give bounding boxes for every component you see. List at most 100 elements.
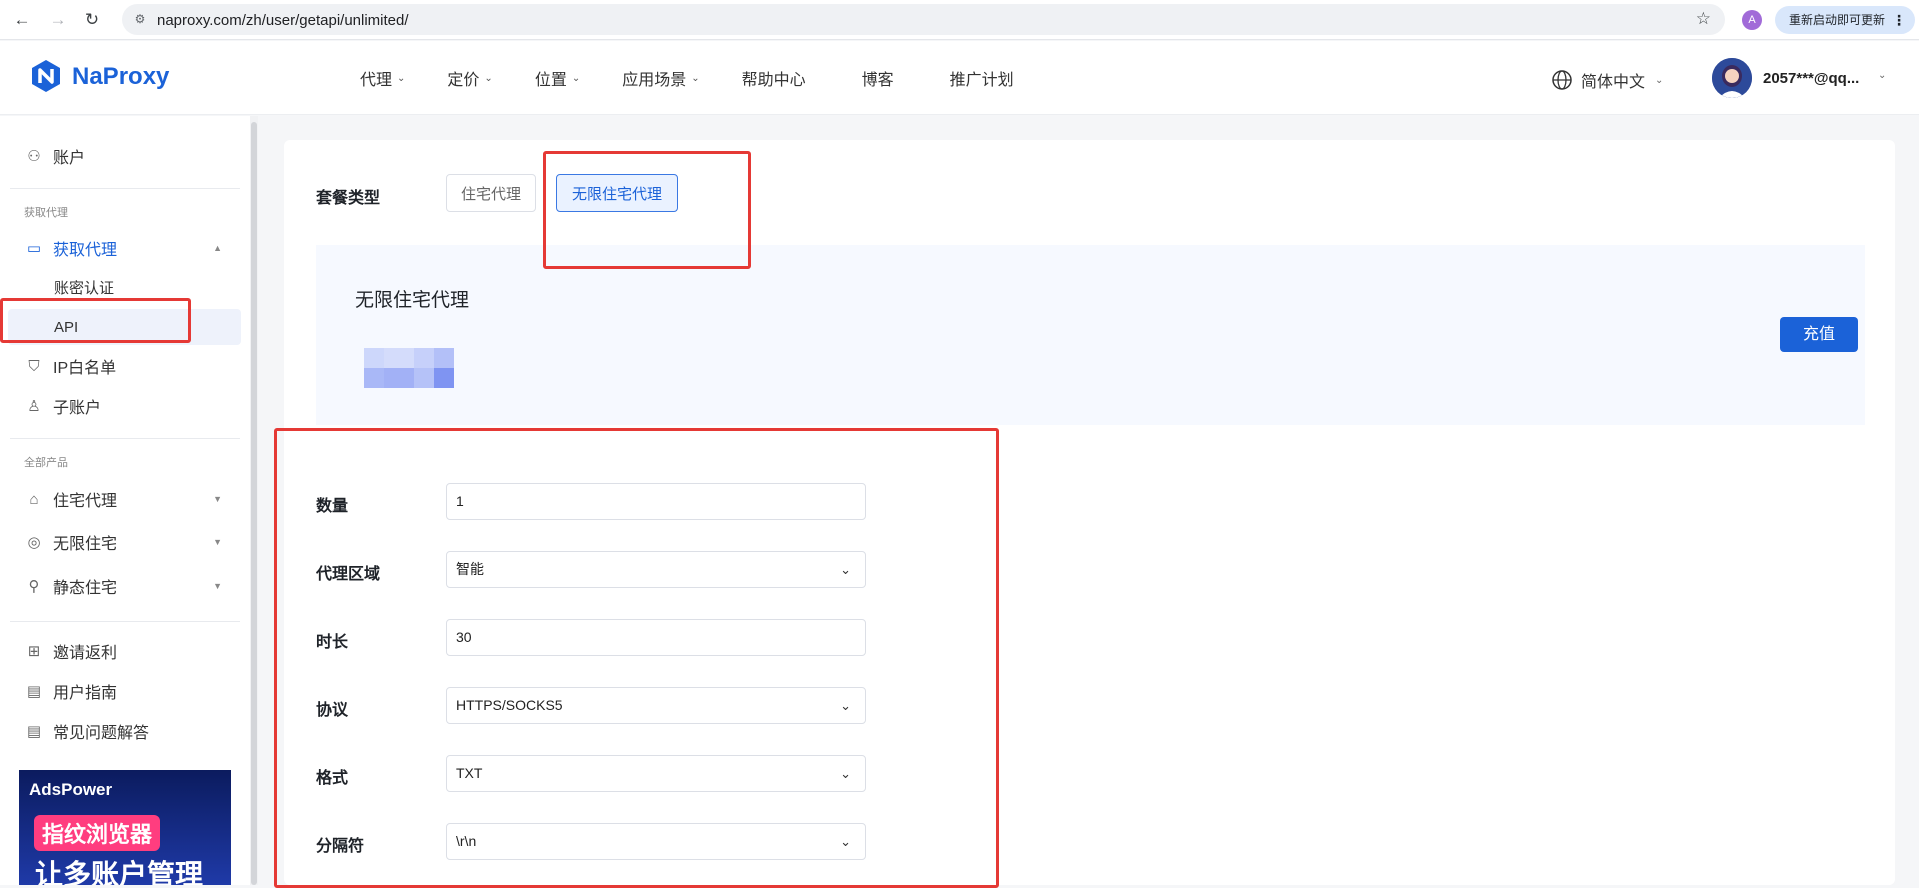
chevron-down-icon: ⌄ <box>571 72 581 84</box>
adspower-banner[interactable]: AdsPower 指纹浏览器 让多账户管理 <box>19 770 231 885</box>
sidebar-item-label: IP白名单 <box>53 360 117 377</box>
format-label: 格式 <box>316 770 349 787</box>
ad-brand: AdsPower <box>29 780 113 799</box>
ad-subheadline: 让多账户管理 <box>35 859 204 885</box>
sidebar-item-get-proxy[interactable]: ▭ 获取代理 ▲ <box>0 230 252 266</box>
region-label: 代理区域 <box>316 566 381 583</box>
nav-use-cases[interactable]: 应用场景 ⌄ <box>622 66 699 90</box>
chevron-down-icon: ⌄ <box>840 834 851 849</box>
language-selector[interactable]: 简体中文 ⌄ <box>1551 68 1663 92</box>
bookmark-star-icon[interactable]: ☆ <box>1696 9 1711 29</box>
sidebar-item-user-guide[interactable]: ▤ 用户指南 <box>0 673 252 709</box>
user-email[interactable]: 2057***@qq... <box>1763 70 1859 87</box>
monitor-icon: ▭ <box>26 240 42 257</box>
separator-select[interactable]: \r\n ⌄ <box>446 823 866 860</box>
nav-blog[interactable]: 博客 <box>862 66 894 90</box>
profile-avatar[interactable]: A <box>1742 10 1762 30</box>
ad-headline: 指纹浏览器 <box>34 815 161 851</box>
scrollbar-thumb[interactable] <box>251 122 257 885</box>
sidebar-divider <box>10 188 240 189</box>
sidebar-item-auth-password[interactable]: 账密认证 <box>8 269 241 305</box>
package-title: 无限住宅代理 <box>355 290 470 311</box>
sidebar-item-label: 静态住宅 <box>53 580 118 597</box>
package-balance-redacted <box>364 348 464 388</box>
nav-label: 应用场景 <box>622 72 687 89</box>
quantity-input[interactable]: 1 <box>446 483 866 520</box>
sidebar-item-label: 住宅代理 <box>53 493 118 510</box>
nav-label: 帮助中心 <box>741 72 806 89</box>
protocol-select[interactable]: HTTPS/SOCKS5 ⌄ <box>446 687 866 724</box>
duration-label: 时长 <box>316 634 349 651</box>
separator-value: \r\n <box>456 833 477 849</box>
chevron-down-icon: ⌄ <box>840 562 851 577</box>
document-icon: ▤ <box>26 683 42 700</box>
nav-label: 位置 <box>534 72 567 89</box>
users-icon: ♙ <box>27 398 41 415</box>
account-icon: ⚇ <box>27 148 41 165</box>
language-label: 简体中文 <box>1581 74 1646 91</box>
chevron-down-icon: ⌄ <box>840 766 851 781</box>
region-select[interactable]: 智能 ⌄ <box>446 551 866 588</box>
user-avatar[interactable] <box>1712 58 1752 98</box>
shield-icon: ⛉ <box>28 357 40 375</box>
sidebar-item-label: 账户 <box>53 150 86 167</box>
main-card: 套餐类型 住宅代理 无限住宅代理 无限住宅代理 充值 数量 1 代理区域 智能 ⌄… <box>284 140 1895 885</box>
chevron-down-icon: ⌄ <box>1655 74 1664 86</box>
protocol-label: 协议 <box>316 702 349 719</box>
sidebar-section-all-products: 全部产品 <box>24 457 68 469</box>
separator-label: 分隔符 <box>316 838 365 855</box>
location-pin-icon: ⚲ <box>28 578 40 595</box>
nav-help-center[interactable]: 帮助中心 <box>742 66 806 90</box>
sidebar-item-static-residential[interactable]: ⚲ 静态住宅 ▼ <box>0 568 252 604</box>
sidebar-item-residential[interactable]: ⌂ 住宅代理 ▼ <box>0 481 252 517</box>
sidebar-item-label: 获取代理 <box>53 242 118 259</box>
chevron-down-icon: ⌄ <box>484 72 493 84</box>
sidebar-item-unlimited[interactable]: ◎ 无限住宅 ▼ <box>0 524 252 560</box>
chevron-down-icon: ⌄ <box>691 72 700 84</box>
address-bar[interactable]: ⚙ naproxy.com/zh/user/getapi/unlimited/ … <box>122 4 1725 35</box>
caret-down-icon: ▼ <box>213 537 222 547</box>
package-type-unlimited[interactable]: 无限住宅代理 <box>556 174 678 212</box>
sidebar-scrollbar[interactable] <box>250 116 258 885</box>
chevron-down-icon: ⌄ <box>840 698 851 713</box>
forward-arrow-icon[interactable]: → <box>46 8 70 32</box>
site-info-icon[interactable]: ⚙ <box>132 11 148 27</box>
gift-icon: ⊞ <box>27 643 41 660</box>
document-icon: ▤ <box>26 723 42 740</box>
duration-input[interactable]: 30 <box>446 619 866 656</box>
update-button[interactable]: 重新启动即可更新 ⋮ <box>1775 6 1915 34</box>
address-url[interactable]: naproxy.com/zh/user/getapi/unlimited/ <box>157 12 409 29</box>
nav-proxy[interactable]: 代理 ⌄ <box>360 66 405 90</box>
top-nav: 代理 ⌄ 定价 ⌄ 位置 ⌄ 应用场景 ⌄ 帮助中心 博客 推广计划 <box>360 41 1056 115</box>
caret-down-icon: ▼ <box>213 494 222 504</box>
caret-down-icon: ▼ <box>213 581 222 591</box>
format-select[interactable]: TXT ⌄ <box>446 755 866 792</box>
sidebar-item-api[interactable]: API <box>8 309 241 345</box>
home-icon: ⌂ <box>29 490 39 508</box>
more-menu-icon[interactable]: ⋮ <box>1892 6 1906 34</box>
recharge-button[interactable]: 充值 <box>1780 317 1858 352</box>
reload-icon[interactable]: ↻ <box>80 8 104 32</box>
logo-text[interactable]: NaProxy <box>72 63 169 91</box>
update-button-label: 重新启动即可更新 <box>1789 13 1886 27</box>
region-value: 智能 <box>456 561 484 577</box>
duration-value: 30 <box>456 629 472 645</box>
quantity-label: 数量 <box>316 498 349 515</box>
sidebar-item-sub-account[interactable]: ♙ 子账户 <box>0 388 252 424</box>
package-type-residential[interactable]: 住宅代理 <box>446 174 536 212</box>
nav-label: 推广计划 <box>949 72 1014 89</box>
sidebar-item-invite[interactable]: ⊞ 邀请返利 <box>0 633 252 669</box>
nav-pricing[interactable]: 定价 ⌄ <box>447 66 492 90</box>
back-arrow-icon[interactable]: ← <box>10 8 34 32</box>
caret-up-icon: ▲ <box>213 243 222 253</box>
nav-location[interactable]: 位置 ⌄ <box>535 66 580 90</box>
sidebar-item-label: 邀请返利 <box>53 645 118 662</box>
naproxy-logo-icon[interactable] <box>28 58 64 94</box>
sidebar-item-account[interactable]: ⚇ 账户 <box>0 138 252 174</box>
sidebar-item-ip-whitelist[interactable]: ⛉ IP白名单 <box>0 348 252 384</box>
sidebar-item-label: 用户指南 <box>53 685 118 702</box>
nav-label: 定价 <box>447 72 480 89</box>
chevron-down-icon[interactable]: ⌄ <box>1878 70 1886 81</box>
sidebar-item-faq[interactable]: ▤ 常见问题解答 <box>0 713 252 749</box>
nav-affiliate[interactable]: 推广计划 <box>950 66 1014 90</box>
